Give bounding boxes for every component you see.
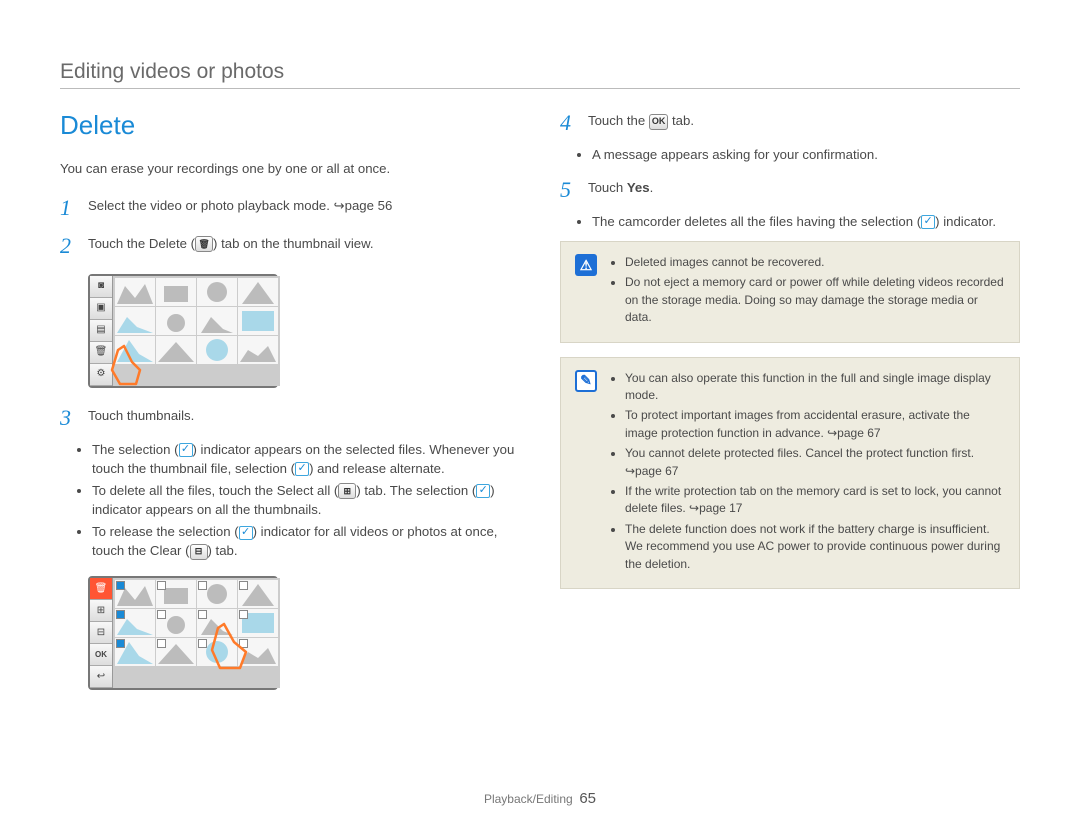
clear-icon: ⊟ — [190, 544, 208, 560]
bullet-text: To delete all the files, touch the Selec… — [92, 483, 338, 498]
yes-label: Yes — [627, 180, 650, 195]
check-icon: ✓ — [179, 443, 193, 457]
step-text: ) tab on the thumbnail view. — [213, 236, 374, 251]
step-3-bullets: The selection (✓) indicator appears on t… — [60, 440, 520, 561]
step-text: Touch the — [588, 113, 649, 128]
check-icon: ✓ — [239, 526, 253, 540]
side-tab-settings-icon: ⚙ — [90, 364, 112, 386]
side-tab-film-icon: ▤ — [90, 320, 112, 342]
select-all-icon: ⊞ — [338, 483, 356, 499]
chapter-title: Editing videos or photos — [60, 60, 1020, 84]
step-3: 3 Touch thumbnails. — [60, 402, 520, 434]
side-tab-photo-icon: ▣ — [90, 298, 112, 320]
right-column: 4 Touch the OK tab. A message appears as… — [560, 107, 1020, 704]
divider — [60, 88, 1020, 89]
bullet-text: To release the selection ( — [92, 524, 239, 539]
warning-icon: ⚠ — [575, 254, 597, 276]
step-text: tab. — [668, 113, 694, 128]
side-tab-clear-icon: ⊟ — [90, 622, 112, 644]
page-ref: ↪page 56 — [334, 198, 393, 213]
section-title: Delete — [60, 107, 520, 145]
bullet-text: A message appears asking for your confir… — [592, 145, 1020, 164]
step-1: 1 Select the video or photo playback mod… — [60, 192, 520, 224]
check-icon: ✓ — [295, 462, 309, 476]
side-tab-ok-icon: OK — [90, 644, 112, 666]
side-tab-camera-icon: ◙ — [90, 276, 112, 298]
note-item: Do not eject a memory card or power off … — [625, 274, 1005, 326]
page-footer: Playback/Editing 65 — [0, 790, 1080, 807]
step-4-bullets: A message appears asking for your confir… — [560, 145, 1020, 164]
bullet-text: ) tab. — [208, 543, 238, 558]
step-2: 2 Touch the Delete (🗑) tab on the thumbn… — [60, 230, 520, 262]
side-tab-select-all-icon: ⊞ — [90, 600, 112, 622]
footer-page-number: 65 — [579, 790, 596, 807]
bullet-text: The selection ( — [92, 442, 179, 457]
step-text: Select the video or photo playback mode. — [88, 198, 334, 213]
trash-icon: 🗑 — [195, 236, 213, 252]
warning-note: ⚠ Deleted images cannot be recovered. Do… — [560, 241, 1020, 343]
side-tab-trash-icon: 🗑 — [90, 578, 112, 600]
side-tab-trash-icon: 🗑 — [90, 342, 112, 364]
step-text: Touch the Delete ( — [88, 236, 195, 251]
note-item: To protect important images from acciden… — [625, 407, 1005, 442]
bullet-text: The camcorder deletes all the files havi… — [592, 214, 921, 229]
note-item: Deleted images cannot be recovered. — [625, 254, 1005, 271]
info-icon: ✎ — [575, 370, 597, 392]
note-item: You cannot delete protected files. Cance… — [625, 445, 1005, 480]
bullet-text: ) indicator. — [935, 214, 996, 229]
check-icon: ✓ — [476, 484, 490, 498]
screenshot-thumbnail-view: ◙ ▣ ▤ 🗑 ⚙ — [88, 274, 278, 388]
screenshot-selection-view: 🗑 ⊞ ⊟ OK ↩ — [88, 576, 278, 690]
note-item: You can also operate this function in th… — [625, 370, 1005, 405]
step-number: 4 — [560, 107, 580, 139]
info-note: ✎ You can also operate this function in … — [560, 357, 1020, 589]
intro-text: You can erase your recordings one by one… — [60, 159, 520, 178]
step-4: 4 Touch the OK tab. — [560, 107, 1020, 139]
step-number: 1 — [60, 192, 80, 224]
step-number: 5 — [560, 174, 580, 206]
step-text: Touch — [588, 180, 627, 195]
note-item: If the write protection tab on the memor… — [625, 483, 1005, 518]
bullet-text: ) tab. The selection ( — [356, 483, 476, 498]
check-icon: ✓ — [921, 215, 935, 229]
left-column: Delete You can erase your recordings one… — [60, 107, 520, 704]
side-tab-back-icon: ↩ — [90, 666, 112, 688]
step-text: . — [650, 180, 654, 195]
step-5-bullets: The camcorder deletes all the files havi… — [560, 212, 1020, 231]
ok-icon: OK — [649, 114, 669, 130]
bullet-text: ) and release alternate. — [309, 461, 445, 476]
step-number: 3 — [60, 402, 80, 434]
footer-section: Playback/Editing — [484, 792, 573, 806]
note-item: The delete function does not work if the… — [625, 521, 1005, 573]
step-number: 2 — [60, 230, 80, 262]
step-text: Touch thumbnails. — [88, 408, 194, 423]
step-5: 5 Touch Yes. — [560, 174, 1020, 206]
